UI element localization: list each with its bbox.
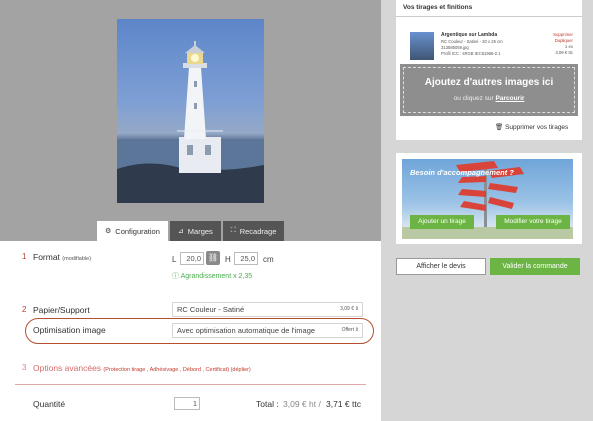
cart-item-title: Argentique sur Lambda bbox=[441, 32, 498, 38]
tab-label: Recadrage bbox=[239, 226, 277, 236]
tab-label: Configuration bbox=[115, 226, 160, 236]
gear-icon: ⚙ bbox=[105, 228, 112, 235]
height-label: H bbox=[225, 255, 231, 264]
cart-item-qty: 1 ex bbox=[564, 44, 573, 49]
tab-marges[interactable]: ⊿ Marges bbox=[169, 221, 221, 241]
promo-title: Besoin d'accompagnement ? bbox=[410, 168, 514, 177]
unit-label: cm bbox=[263, 255, 274, 264]
link-icon: ⛓ bbox=[207, 253, 219, 262]
image-dropzone[interactable]: Ajoutez d'autres images ici ou cliquez s… bbox=[400, 64, 578, 116]
show-quote-button[interactable]: Afficher le devis bbox=[396, 258, 486, 275]
delete-link[interactable]: Supprimer bbox=[533, 32, 573, 37]
link-ratio-button[interactable]: ⛓ bbox=[206, 251, 220, 265]
margins-icon: ⊿ bbox=[177, 228, 184, 235]
photo-preview bbox=[117, 19, 264, 203]
quantity-input[interactable]: 1 bbox=[174, 397, 200, 410]
select-arrows-icon: ⇕ bbox=[354, 306, 359, 312]
cart-item: Argentique sur Lambda RC Couleur - Satin… bbox=[403, 26, 573, 62]
image-preview-area bbox=[0, 0, 381, 241]
edit-print-button[interactable]: Modifier votre tirage bbox=[496, 215, 570, 229]
total-label: Total : bbox=[256, 399, 279, 409]
quantity-label: Quantité bbox=[33, 399, 66, 409]
cart-item-price: 3,09 € ttc bbox=[555, 50, 573, 55]
format-title: Format bbox=[33, 252, 60, 262]
advanced-options-label: Options avancées bbox=[33, 363, 102, 373]
step-number-2: 2 bbox=[22, 305, 27, 314]
configurator-panel: ⚙ Configuration ⊿ Marges ⛶ Recadrage 1 F… bbox=[0, 0, 381, 421]
paper-label: Papier/Support bbox=[33, 305, 90, 315]
optimisation-select[interactable]: Avec optimisation automatique de l'image… bbox=[172, 323, 363, 338]
width-label: L bbox=[172, 255, 177, 264]
format-label: Format (modifiable) bbox=[33, 252, 91, 262]
dropzone-sub-text: ou cliquez sur bbox=[453, 95, 494, 102]
advanced-options-sub: (Protection tirage , Adhésivage , Débord… bbox=[103, 367, 251, 373]
enlargement-text: Agrandissement x 2,35 bbox=[180, 273, 253, 280]
cart-item-thumbnail bbox=[410, 32, 434, 60]
validate-order-button[interactable]: Valider la commande bbox=[490, 258, 580, 275]
add-print-button[interactable]: Ajouter un tirage bbox=[410, 215, 474, 229]
dropzone-title: Ajoutez d'autres images ici bbox=[424, 77, 554, 88]
tab-label: Marges bbox=[187, 226, 213, 236]
height-input[interactable]: 25,0 bbox=[234, 252, 258, 265]
browse-link[interactable]: Parcourir bbox=[496, 95, 525, 102]
dropzone-subtitle: ou cliquez sur Parcourir bbox=[404, 95, 574, 102]
paper-select-value: RC Couleur - Satiné bbox=[177, 305, 245, 314]
cart-item-line: 313585059.jpg bbox=[441, 45, 469, 50]
paper-select[interactable]: RC Couleur - Satiné 3,09 € ⇕ bbox=[172, 302, 363, 317]
width-input[interactable]: 20,0 bbox=[180, 252, 204, 265]
duplicate-link[interactable]: Dupliquer bbox=[533, 38, 573, 43]
preview-tabs: ⚙ Configuration ⊿ Marges ⛶ Recadrage bbox=[97, 221, 285, 241]
cart-item-line: Profil ICC : sRGB IEC61966-2.1 bbox=[441, 51, 501, 56]
cart-item-line: RC Couleur - Satiné - 20 x 25 cm bbox=[441, 39, 503, 44]
divider bbox=[15, 384, 366, 385]
format-note: (modifiable) bbox=[62, 256, 92, 262]
paper-price: 3,09 € bbox=[340, 306, 354, 312]
step-number-3: 3 bbox=[22, 363, 27, 372]
step-number-1: 1 bbox=[22, 252, 27, 261]
select-arrows-icon: ⇕ bbox=[354, 327, 359, 333]
info-icon: ⓘ bbox=[172, 273, 179, 280]
optimisation-price: Offert bbox=[341, 327, 354, 333]
tab-configuration[interactable]: ⚙ Configuration bbox=[97, 221, 168, 241]
cart-tab: Vos tirages et finitions bbox=[397, 1, 479, 16]
optimisation-select-value: Avec optimisation automatique de l'image bbox=[177, 326, 316, 335]
optimisation-label: Optimisation image bbox=[33, 325, 106, 335]
crop-icon: ⛶ bbox=[230, 227, 236, 234]
remove-all-prints[interactable]: 🗑 Supprimer vos tirages bbox=[495, 123, 568, 131]
remove-all-label: Supprimer vos tirages bbox=[505, 124, 569, 131]
advanced-options-toggle[interactable]: Options avancées (Protection tirage , Ad… bbox=[33, 363, 251, 373]
total-ttc: 3,71 € ttc bbox=[326, 399, 361, 409]
trash-icon: 🗑 bbox=[495, 124, 504, 131]
cart-tab-divider bbox=[396, 16, 582, 17]
tab-recadrage[interactable]: ⛶ Recadrage bbox=[222, 221, 285, 241]
total-ht: 3,09 € ht / bbox=[283, 399, 321, 409]
enlargement-info: ⓘ Agrandissement x 2,35 bbox=[172, 271, 252, 281]
